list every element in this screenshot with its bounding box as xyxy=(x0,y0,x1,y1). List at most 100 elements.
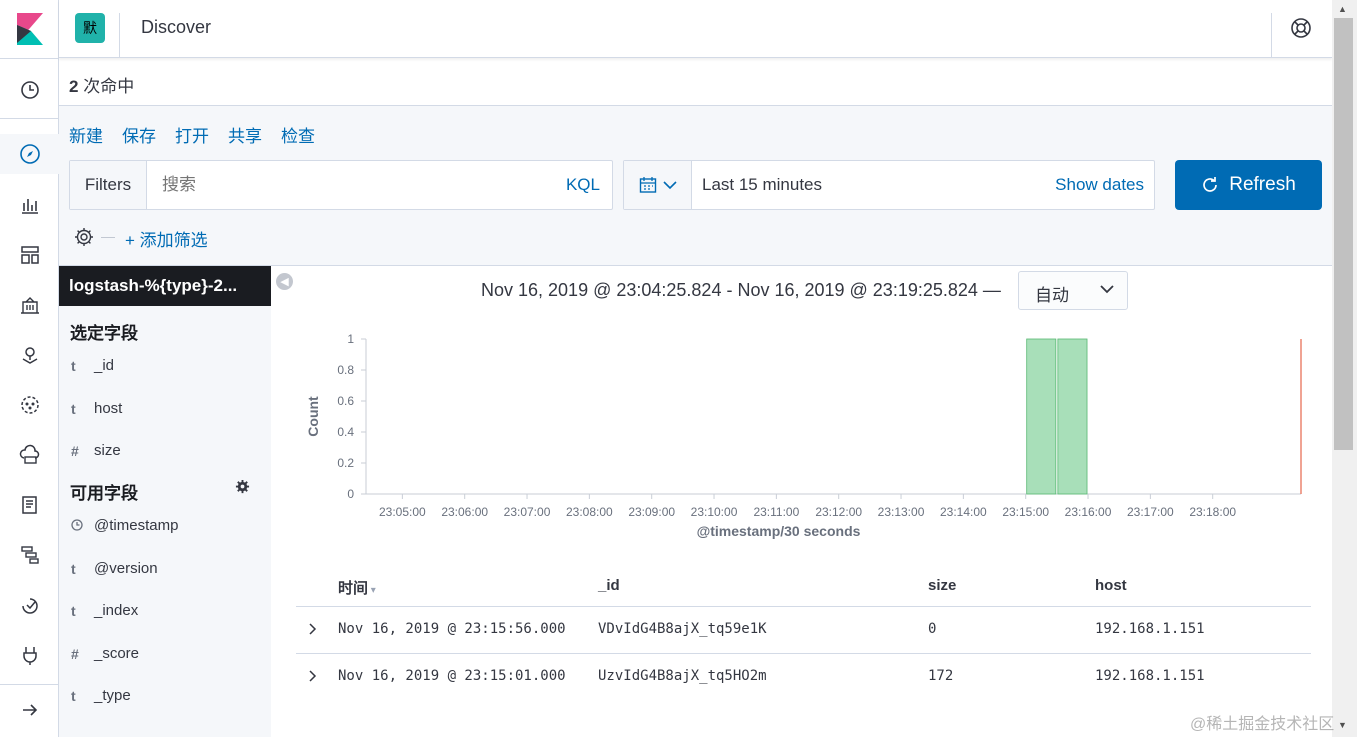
field-item[interactable]: t _type xyxy=(71,687,131,704)
y-axis-label: Count xyxy=(305,396,321,437)
kql-toggle[interactable]: KQL xyxy=(566,175,600,195)
menu-new[interactable]: 新建 xyxy=(69,122,103,147)
chevron-left-icon: ◀ xyxy=(280,276,289,288)
filters-button[interactable]: Filters xyxy=(70,161,147,209)
watermark: @稀土掘金技术社区 xyxy=(1190,716,1335,733)
kibana-logo[interactable] xyxy=(0,0,59,58)
col-header-time[interactable]: 时间 ▾ xyxy=(338,577,376,598)
dashboard-icon[interactable] xyxy=(0,235,59,275)
x-tick-label: 23:17:00 xyxy=(1127,505,1174,519)
ml-icon[interactable] xyxy=(0,385,59,425)
y-tick-label: 0.6 xyxy=(337,394,354,408)
cell-id: VDvIdG4B8ajX_tq59e1K xyxy=(598,621,767,637)
interval-value: 自动 xyxy=(1035,286,1069,305)
field-filter-gear-icon[interactable] xyxy=(235,479,250,494)
scroll-down-arrow-icon[interactable]: ▼ xyxy=(1338,720,1347,730)
x-tick-label: 23:05:00 xyxy=(379,505,426,519)
cell-time: Nov 16, 2019 @ 23:15:56.000 xyxy=(338,621,566,637)
y-tick-label: 0.2 xyxy=(337,456,354,470)
available-fields-title: 可用字段 xyxy=(70,484,138,503)
expand-nav-arrow-icon[interactable] xyxy=(0,690,59,730)
field-type-string-icon: t xyxy=(71,687,76,704)
x-tick-label: 23:08:00 xyxy=(566,505,613,519)
recent-clock-icon[interactable] xyxy=(0,70,59,110)
x-tick-label: 23:09:00 xyxy=(628,505,675,519)
x-tick-label: 23:18:00 xyxy=(1189,505,1236,519)
kibana-logo-icon xyxy=(16,13,43,45)
x-tick-label: 23:14:00 xyxy=(940,505,987,519)
x-tick-label: 23:10:00 xyxy=(691,505,738,519)
apm-icon[interactable] xyxy=(0,535,59,575)
field-item[interactable]: @timestamp xyxy=(71,517,178,534)
col-header-id[interactable]: _id xyxy=(598,577,620,594)
search-input[interactable] xyxy=(162,175,542,195)
field-type-string-icon: t xyxy=(71,560,76,577)
menu-save[interactable]: 保存 xyxy=(122,122,156,147)
x-tick-label: 23:12:00 xyxy=(815,505,862,519)
cell-size: 172 xyxy=(928,668,954,684)
field-sidebar: logstash-%{type}-2... 选定字段 t _id t host # s… xyxy=(59,266,271,737)
left-nav xyxy=(0,0,59,737)
field-type-number-icon: # xyxy=(71,645,79,662)
x-tick-label: 23:11:00 xyxy=(753,505,799,519)
field-type-string-icon: t xyxy=(71,357,76,374)
visualize-icon[interactable] xyxy=(0,185,59,225)
canvas-icon[interactable] xyxy=(0,285,59,325)
col-header-size[interactable]: size xyxy=(928,577,956,594)
field-item[interactable]: t _index xyxy=(71,602,138,619)
histogram-bar xyxy=(1026,338,1057,495)
filter-settings xyxy=(73,226,115,248)
date-range-text[interactable]: Last 15 minutes xyxy=(702,175,822,195)
interval-select[interactable]: 自动 xyxy=(1018,271,1128,310)
field-item[interactable]: t @version xyxy=(71,560,158,577)
dev-tools-icon[interactable] xyxy=(0,635,59,675)
index-pattern-selector[interactable]: logstash-%{type}-2... xyxy=(59,266,271,306)
scroll-up-arrow-icon[interactable]: ▲ xyxy=(1338,4,1347,14)
gear-icon[interactable] xyxy=(73,226,95,248)
infrastructure-icon[interactable] xyxy=(0,435,59,475)
x-tick-label: 23:13:00 xyxy=(878,505,925,519)
logs-icon[interactable] xyxy=(0,485,59,525)
query-bar: 新建 保存 打开 共享 检查 Filters KQL Last 15 minut… xyxy=(59,106,1332,266)
x-tick-label: 23:06:00 xyxy=(441,505,488,519)
expand-row-chevron-icon[interactable] xyxy=(308,669,318,683)
field-item[interactable]: t _id xyxy=(71,357,114,374)
space-avatar[interactable]: 默 xyxy=(75,13,105,43)
selected-fields-title: 选定字段 xyxy=(70,324,138,343)
menu-open[interactable]: 打开 xyxy=(175,122,209,147)
y-tick-label: 0 xyxy=(347,487,354,501)
x-tick-label: 23:15:00 xyxy=(1002,505,1049,519)
calendar-icon xyxy=(639,177,656,193)
field-item[interactable]: # size xyxy=(71,442,121,459)
maps-icon[interactable] xyxy=(0,335,59,375)
chevron-down-icon xyxy=(662,181,677,190)
add-filter-button[interactable]: + 添加筛选 xyxy=(125,226,208,251)
cell-host: 192.168.1.151 xyxy=(1095,668,1205,684)
top-header: 默 Discover xyxy=(59,0,1332,58)
cell-id: UzvIdG4B8ajX_tq5HO2m xyxy=(598,668,767,684)
cell-time: Nov 16, 2019 @ 23:15:01.000 xyxy=(338,668,566,684)
quick-select-button[interactable] xyxy=(624,161,692,209)
refresh-button[interactable]: Refresh xyxy=(1175,160,1322,210)
field-item[interactable]: t host xyxy=(71,400,122,417)
show-dates-link[interactable]: Show dates xyxy=(1055,175,1144,195)
menu-share[interactable]: 共享 xyxy=(228,122,262,147)
chart-time-range: Nov 16, 2019 @ 23:04:25.824 - Nov 16, 20… xyxy=(481,280,1001,300)
menu-inspect[interactable]: 检查 xyxy=(281,122,315,147)
table-row: Nov 16, 2019 @ 23:15:01.000 UzvIdG4B8ajX… xyxy=(296,654,1311,701)
collapse-sidebar-button[interactable]: ◀ xyxy=(276,273,293,290)
discover-compass-icon[interactable] xyxy=(0,134,59,174)
expand-row-chevron-icon[interactable] xyxy=(308,622,318,636)
field-item[interactable]: # _score xyxy=(71,645,139,662)
field-type-string-icon: t xyxy=(71,602,76,619)
hit-count: 2 次命中 xyxy=(69,77,135,96)
top-menu: 新建 保存 打开 共享 检查 xyxy=(69,122,315,147)
col-header-host[interactable]: host xyxy=(1095,577,1127,594)
help-lifebuoy-icon[interactable] xyxy=(1289,16,1313,40)
table-row: Nov 16, 2019 @ 23:15:56.000 VDvIdG4B8ajX… xyxy=(296,607,1311,654)
uptime-icon[interactable] xyxy=(0,585,59,625)
scrollbar-thumb[interactable] xyxy=(1334,18,1353,450)
x-axis-label: @timestamp/30 seconds xyxy=(697,523,861,539)
chevron-down-icon xyxy=(1100,285,1114,294)
refresh-icon xyxy=(1203,177,1218,192)
